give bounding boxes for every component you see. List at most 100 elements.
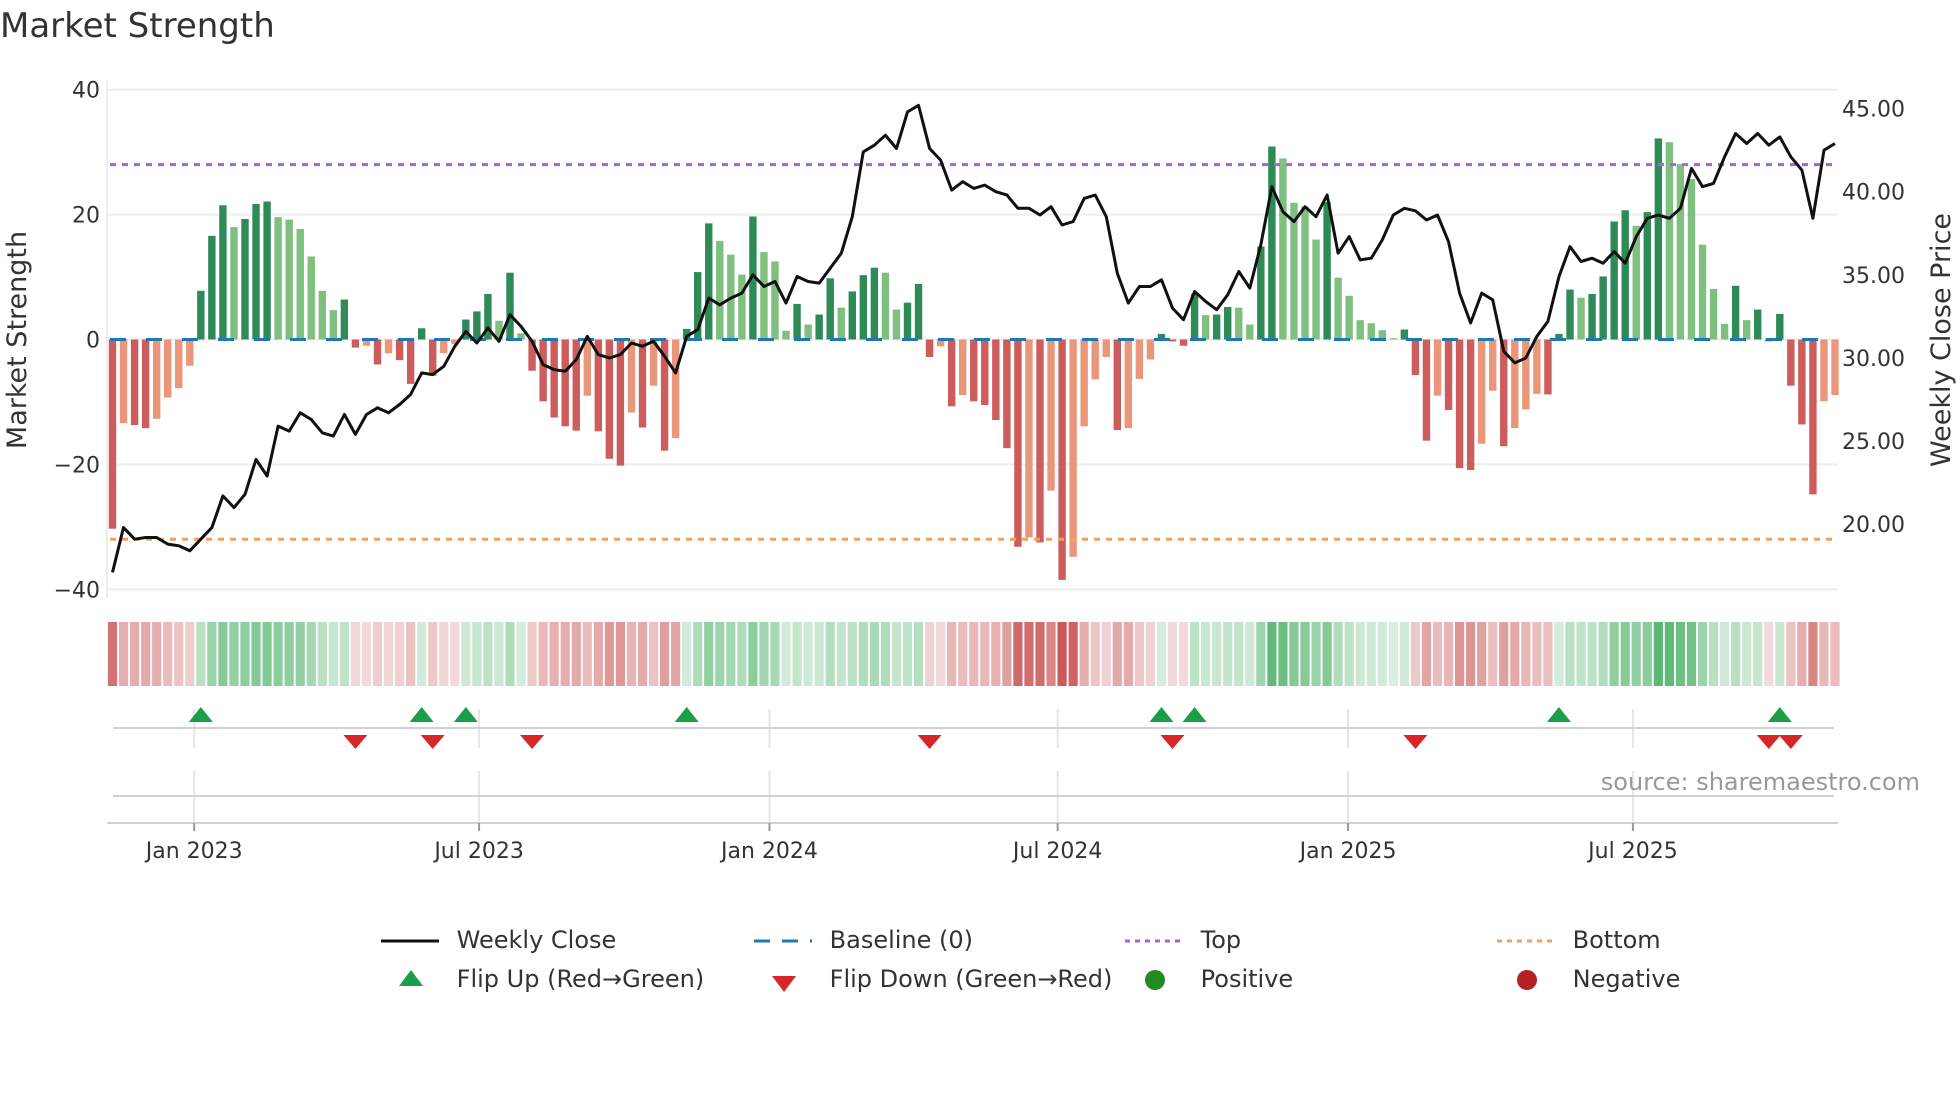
heat-strip-cell (1399, 622, 1409, 686)
strength-bar (881, 272, 890, 340)
strength-bar (815, 314, 823, 340)
heat-strip-cell (814, 622, 824, 686)
heat-strip-cell (1090, 622, 1100, 686)
heat-strip-cell (1830, 622, 1840, 686)
line-dotted-icon (1497, 939, 1555, 943)
flip-down-marker (1403, 735, 1428, 749)
strength-bar (1731, 285, 1740, 340)
heat-strip-cell (748, 622, 758, 686)
strength-bar (1025, 339, 1033, 538)
flip-down-marker (343, 735, 368, 749)
heat-strip-cell (1068, 622, 1078, 686)
strength-bar (1146, 339, 1155, 360)
heat-strip-cell (1786, 622, 1796, 686)
strength-bar (1798, 339, 1806, 425)
y2-tick-label: 25.00 (1842, 430, 1905, 455)
heat-strip-cell (759, 622, 769, 686)
heat-strip-cell (1178, 622, 1189, 686)
heat-strip-cell (417, 622, 427, 686)
heat-strip-cell (1454, 622, 1465, 686)
strength-bar (925, 339, 934, 357)
y2-axis-label: Weekly Close Price (1926, 213, 1957, 467)
strength-bar (1312, 239, 1320, 340)
legend-flip-up: Flip Up (Red→Green) (381, 965, 704, 994)
flip-up-marker (188, 707, 213, 722)
heat-strip-cell (1753, 622, 1763, 686)
strength-bar (1511, 339, 1519, 429)
legend-label: Weekly Close (456, 926, 617, 954)
strength-bar (263, 201, 271, 340)
x-tick-label: Jul 2025 (1586, 839, 1678, 864)
heat-strip-cell (295, 622, 305, 686)
heat-strip-cell (1057, 622, 1067, 686)
strength-bar (1433, 339, 1442, 396)
circle-red-icon (1517, 970, 1537, 990)
strength-bar (1654, 138, 1663, 340)
strength-bar (1014, 339, 1022, 547)
strength-bar (1444, 339, 1453, 411)
heat-strip-cell (1576, 622, 1586, 686)
strength-bar (550, 339, 558, 418)
strength-bar (1301, 206, 1309, 340)
heat-strip-cell (1675, 622, 1686, 686)
line-dashed-icon (754, 939, 812, 943)
heat-strip-cell (483, 622, 493, 686)
strength-bar (716, 240, 724, 340)
heat-strip-cell (107, 622, 118, 686)
strength-bar (152, 339, 161, 419)
heat-strip-cell (770, 622, 780, 686)
flip-down-marker (420, 735, 445, 749)
heat-strip-cell (847, 622, 857, 686)
flip-down-marker (1756, 735, 1781, 749)
strength-bar (970, 339, 978, 402)
strength-bar (274, 217, 282, 340)
strength-bar (914, 283, 923, 340)
x-tick-label: Jul 2023 (432, 839, 524, 864)
legend-label: Flip Up (Red→Green) (456, 965, 705, 993)
heat-strip-cell (251, 622, 261, 686)
flip-down-marker (917, 735, 942, 749)
heat-strip-cell (1156, 622, 1167, 686)
strength-bar (738, 274, 746, 340)
heat-strip-cell (1565, 622, 1575, 686)
strength-bar (583, 339, 591, 396)
y2-tick-label: 35.00 (1842, 264, 1905, 289)
flip-up-marker (1182, 707, 1207, 722)
heat-strip-cell (1024, 622, 1034, 686)
strength-bar (1621, 210, 1629, 340)
heat-strip-cell (1410, 622, 1421, 686)
flip-up-marker (1149, 707, 1174, 722)
strength-bar (1489, 339, 1497, 391)
heat-strip-cell (571, 622, 581, 686)
heat-strip-cell (262, 622, 272, 686)
heat-strip-cell (1046, 622, 1056, 686)
flip-down-marker (1778, 735, 1803, 749)
heat-strip-cell (450, 622, 460, 686)
strength-bar (1610, 221, 1618, 340)
heat-strip-cell (1466, 622, 1476, 686)
heat-strip-cell (505, 622, 515, 686)
heat-strip-cell (1289, 622, 1299, 686)
heat-strip-cell (1697, 622, 1708, 686)
heat-strip-cell (185, 622, 195, 686)
heat-strip-cell (1764, 622, 1774, 686)
heat-strip-cell (174, 622, 184, 686)
heat-strip-cell (682, 622, 692, 686)
y-axis-label: Market Strength (2, 231, 33, 449)
legend-top: Top (1125, 926, 1241, 955)
strength-bar (992, 339, 1000, 421)
strength-bar (1831, 339, 1839, 396)
heat-strip-cell (1300, 622, 1310, 686)
strength-bar (252, 204, 260, 340)
heat-strip-cell (560, 622, 570, 686)
strength-bar (1787, 339, 1795, 386)
heat-strip-cell (1731, 622, 1741, 686)
heat-strip-cell (549, 622, 559, 686)
heat-strip-cell (1587, 622, 1597, 686)
y-tick-label: 40 (72, 79, 100, 104)
heat-strip-cell (626, 622, 637, 686)
heat-strip-cell (1355, 622, 1365, 686)
strength-bar (1356, 320, 1364, 340)
heat-strip-cell (593, 622, 603, 686)
heat-strip-cell (1101, 622, 1111, 686)
